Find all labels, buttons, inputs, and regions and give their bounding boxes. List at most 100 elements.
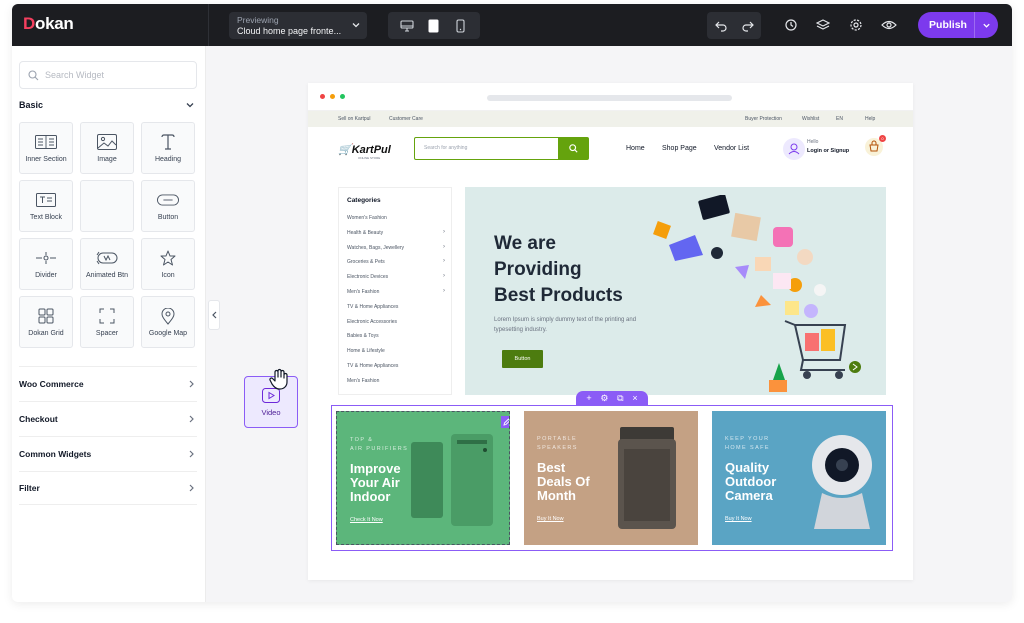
- redo-icon[interactable]: [741, 19, 755, 33]
- category-item[interactable]: Men's Fashion: [347, 378, 445, 384]
- duplicate-icon[interactable]: ⧉: [617, 391, 623, 405]
- widget-animated-button[interactable]: Animated Btn: [80, 238, 134, 290]
- security-camera-image: [812, 435, 872, 529]
- publish-button[interactable]: Publish: [918, 12, 998, 38]
- categories-panel: Categories Women's Fashion Health & Beaut…: [338, 187, 452, 395]
- basic-section-header[interactable]: Basic: [19, 100, 195, 110]
- site-search-button[interactable]: [558, 138, 588, 159]
- site-search-input[interactable]: Search for anything: [414, 137, 589, 160]
- kartpul-logo[interactable]: 🛒KartPul ONLINE STORE: [338, 143, 391, 160]
- buyer-protection-link[interactable]: Buyer Protection: [745, 116, 782, 122]
- category-item[interactable]: Women's Fashion: [347, 215, 445, 221]
- promo-card-camera[interactable]: KEEP YOUR HOME SAFE Quality Outdoor Came…: [712, 411, 886, 545]
- promo-link[interactable]: Buy It Now: [537, 516, 564, 522]
- collapse-panel-button[interactable]: [208, 300, 220, 330]
- chevron-down-icon: [186, 103, 194, 108]
- promo-link[interactable]: Check It Now: [350, 517, 383, 523]
- basic-section-title: Basic: [19, 100, 44, 110]
- nav-home[interactable]: Home: [626, 145, 645, 152]
- hero-subtitle: Lorem Ipsum is simply dummy text of the …: [494, 317, 637, 333]
- category-item[interactable]: Watches, Bags, Jewellery ›: [347, 244, 445, 251]
- layers-icon[interactable]: [814, 16, 832, 34]
- section-checkout[interactable]: Checkout: [19, 401, 197, 435]
- promo-card-air-purifier[interactable]: TOP & AIR PURIFIERS Improve Your Air Ind…: [336, 411, 510, 545]
- promo-link[interactable]: Buy It Now: [725, 516, 752, 522]
- hero-banner[interactable]: We are Providing Best Products Lorem Ips…: [465, 187, 886, 395]
- categories-title: Categories: [347, 197, 381, 204]
- settings-icon[interactable]: [847, 16, 865, 34]
- page-canvas[interactable]: Sell on Kartpul Customer Care Buyer Prot…: [308, 83, 913, 580]
- widget-search-input[interactable]: Search Widget: [19, 61, 197, 89]
- wishlist-link[interactable]: Wishlist: [802, 116, 819, 122]
- widget-inner-section[interactable]: Inner Section: [19, 122, 73, 174]
- hello-text: Hello: [807, 139, 819, 145]
- customer-care-link[interactable]: Customer Care: [389, 116, 423, 122]
- widget-divider[interactable]: Divider: [19, 238, 73, 290]
- sell-link[interactable]: Sell on Kartpul: [338, 116, 371, 122]
- eye-icon[interactable]: [880, 16, 898, 34]
- chevron-right-icon: [189, 450, 194, 457]
- desktop-icon[interactable]: [397, 16, 417, 36]
- hero-title: We are Providing Best Products: [494, 233, 623, 306]
- category-item[interactable]: TV & Home Appliances: [347, 304, 445, 310]
- tablet-icon[interactable]: [424, 16, 444, 36]
- search-icon: [568, 144, 578, 153]
- category-item[interactable]: Babies & Toys: [347, 333, 445, 339]
- history-icon[interactable]: [782, 16, 800, 34]
- section-toolbar: + ⚙ ⧉ ×: [576, 391, 648, 405]
- promo-card-speakers[interactable]: PORTABLE SPEAKERS Best Deals Of Month Bu…: [524, 411, 698, 545]
- section-filter[interactable]: Filter: [19, 471, 197, 505]
- add-icon[interactable]: +: [586, 391, 591, 405]
- toolbar-divider: [208, 4, 209, 46]
- widget-spacer[interactable]: Spacer: [80, 296, 134, 348]
- cart-count-badge: 0: [879, 135, 886, 142]
- section-common-widgets[interactable]: Common Widgets: [19, 436, 197, 470]
- window-maximize-dot: [340, 94, 345, 99]
- category-item[interactable]: TV & Home Appliances: [347, 363, 445, 369]
- login-link[interactable]: Login or Signup: [807, 148, 849, 154]
- page-builder-app: Dokan Previewing Cloud home page fronte.…: [12, 4, 1012, 602]
- category-item[interactable]: Electronic Accessories: [347, 319, 445, 325]
- search-placeholder: Search Widget: [45, 70, 105, 80]
- text-block-icon: [35, 191, 57, 209]
- category-item[interactable]: Groceries & Pets ›: [347, 258, 445, 265]
- chevron-right-icon: [189, 415, 194, 422]
- nav-shop-page[interactable]: Shop Page: [662, 145, 697, 152]
- mobile-icon[interactable]: [451, 16, 471, 36]
- preview-page-select[interactable]: Previewing Cloud home page fronte...: [229, 12, 367, 39]
- widget-button[interactable]: Button: [141, 180, 195, 232]
- close-icon[interactable]: ×: [632, 391, 637, 405]
- widget-text-block[interactable]: Text Block: [19, 180, 73, 232]
- selected-section[interactable]: TOP & AIR PURIFIERS Improve Your Air Ind…: [331, 405, 893, 551]
- image-icon: [96, 133, 118, 151]
- widget-dokan-grid[interactable]: Dokan Grid: [19, 296, 73, 348]
- widget-image[interactable]: Image: [80, 122, 134, 174]
- hero-products-illustration: [653, 195, 861, 392]
- device-switcher: [388, 12, 480, 39]
- user-icon[interactable]: [782, 137, 806, 161]
- chevron-down-icon[interactable]: [974, 12, 998, 38]
- widget-icon[interactable]: Icon: [141, 238, 195, 290]
- edit-icon[interactable]: [501, 416, 509, 428]
- divider-icon: [35, 249, 57, 267]
- widget-heading[interactable]: Heading: [141, 122, 195, 174]
- help-link[interactable]: Help: [865, 116, 875, 122]
- shopping-bag-icon[interactable]: 0: [865, 135, 886, 156]
- chevron-down-icon: [352, 23, 360, 28]
- publish-label: Publish: [929, 19, 967, 31]
- chevron-right-icon: ›: [443, 288, 445, 294]
- undo-icon[interactable]: [714, 19, 728, 33]
- language-select[interactable]: EN: [836, 116, 843, 122]
- settings-icon[interactable]: ⚙: [600, 391, 608, 405]
- category-item[interactable]: Health & Beauty ›: [347, 229, 445, 236]
- nav-vendor-list[interactable]: Vendor List: [714, 145, 749, 152]
- basic-widget-grid: Inner Section Image Heading Text Block B…: [19, 122, 197, 348]
- category-item[interactable]: Electronic Devices ›: [347, 273, 445, 280]
- chevron-right-icon: ›: [443, 258, 445, 265]
- section-woo-commerce[interactable]: Woo Commerce: [19, 366, 197, 400]
- category-item[interactable]: Men's Fashion ›: [347, 288, 445, 295]
- dokan-logo: Dokan: [23, 14, 74, 33]
- category-item[interactable]: Home & Lifestyle: [347, 348, 445, 354]
- widget-google-map[interactable]: Google Map: [141, 296, 195, 348]
- hero-button[interactable]: Button: [502, 350, 543, 368]
